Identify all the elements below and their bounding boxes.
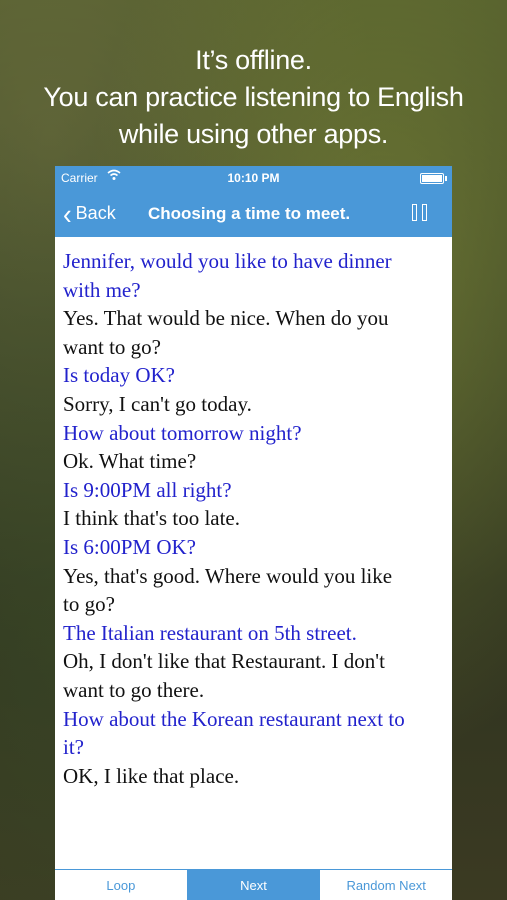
dialogue-line: Is 6:00PM OK? xyxy=(63,534,197,559)
dialogue-line: OK, I like that place. xyxy=(63,763,240,788)
navigation-bar: Carrier 10:10 PM ‹ Back Choosing a time … xyxy=(55,166,452,237)
playback-controls: Loop Next Random Next xyxy=(55,869,452,900)
promo-line-3: while using other apps. xyxy=(118,119,389,149)
dialogue-line: Yes, that's good. Where would you like xyxy=(63,563,393,588)
battery-icon xyxy=(420,173,447,184)
back-button[interactable]: ‹ Back xyxy=(63,197,116,230)
phone-screen: Carrier 10:10 PM ‹ Back Choosing a time … xyxy=(55,166,452,900)
status-bar: Carrier 10:10 PM xyxy=(55,169,452,186)
dialogue-line: Sorry, I can't go today. xyxy=(63,391,252,416)
dialogue-line: it? xyxy=(63,735,84,760)
dialogue-text: Jennifer, would you like to have dinner w… xyxy=(63,247,448,790)
dialogue-line: Oh, I don't like that Restaurant. I don'… xyxy=(63,649,385,674)
pause-icon[interactable] xyxy=(412,204,430,222)
dialogue-line: want to go there. xyxy=(63,677,205,702)
loop-button[interactable]: Loop xyxy=(55,870,188,900)
promo-caption: It’s offline. You can practice listening… xyxy=(0,42,507,153)
dialogue-line: The Italian restaurant on 5th street. xyxy=(63,620,357,645)
dialogue-line: How about the Korean restaurant next to xyxy=(63,706,405,731)
dialogue-line: want to go? xyxy=(63,334,161,359)
dialogue-line: How about tomorrow night? xyxy=(63,420,302,445)
dialogue-line: to go? xyxy=(63,592,115,617)
chevron-left-icon: ‹ xyxy=(63,197,72,230)
next-button[interactable]: Next xyxy=(187,870,321,900)
promo-line-1: It’s offline. xyxy=(195,45,312,75)
status-time: 10:10 PM xyxy=(227,171,280,185)
dialogue-line: Ok. What time? xyxy=(63,449,197,474)
dialogue-line: Yes. That would be nice. When do you xyxy=(63,306,389,331)
dialogue-line: I think that's too late. xyxy=(63,506,241,531)
random-next-button[interactable]: Random Next xyxy=(320,870,452,900)
dialogue-line: Is today OK? xyxy=(63,363,175,388)
promo-line-2: You can practice listening to English xyxy=(43,82,464,112)
dialogue-line: Jennifer, would you like to have dinner xyxy=(63,249,392,273)
page-title: Choosing a time to meet. xyxy=(148,204,351,223)
dialogue-line: with me? xyxy=(63,277,141,302)
back-label: Back xyxy=(75,203,116,223)
dialogue-line: Is 9:00PM all right? xyxy=(63,477,232,502)
